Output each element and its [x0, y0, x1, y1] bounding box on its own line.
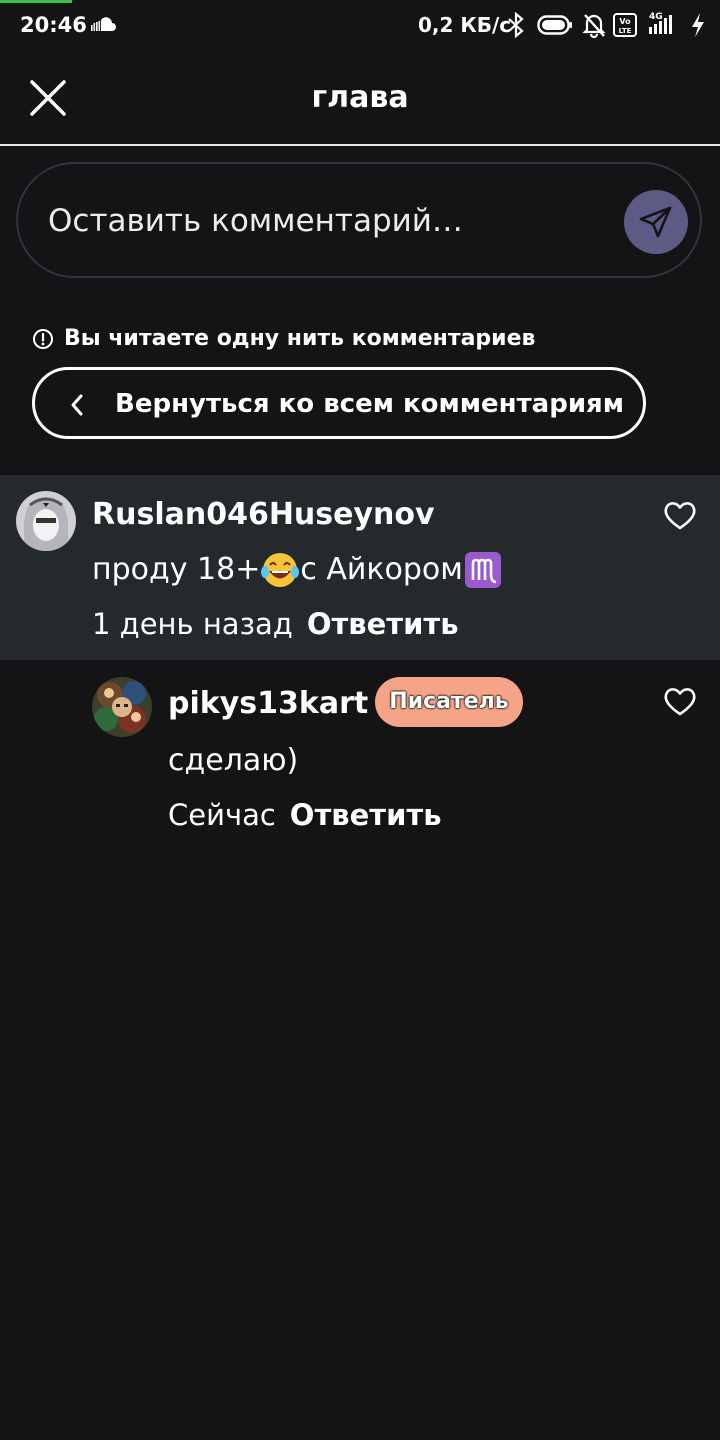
mute-icon	[582, 14, 606, 38]
comment-username[interactable]: Ruslan046Huseynov	[92, 495, 435, 535]
reply-button[interactable]: Ответить	[290, 798, 442, 832]
page-title: глава	[311, 80, 409, 115]
send-button[interactable]	[624, 190, 688, 254]
avatar[interactable]	[16, 491, 76, 551]
charging-icon	[692, 13, 704, 37]
like-button[interactable]	[662, 497, 698, 533]
send-icon	[639, 206, 672, 238]
back-button-label: Вернуться ко всем комментариям	[115, 389, 625, 419]
comment-input-box	[16, 162, 702, 278]
comment-meta: Сейчас Ответить	[168, 795, 442, 835]
comment-text-part: с Айкором	[300, 552, 463, 587]
thread-notice: Вы читаете одну нить комментариев	[32, 322, 535, 356]
chevron-left-icon	[71, 394, 83, 416]
avatar-image	[92, 677, 152, 737]
comment-text: проду 18+ с Айкором	[92, 550, 503, 590]
header-divider	[0, 144, 720, 146]
comment-input[interactable]	[48, 194, 608, 248]
avatar-image	[16, 491, 76, 551]
comment-item: Ruslan046Huseynov проду 18+ с Айкором 1 …	[0, 475, 720, 660]
status-time: 20:46	[20, 13, 87, 37]
back-to-all-comments-button[interactable]: Вернуться ко всем комментариям	[32, 367, 646, 439]
header: глава	[0, 50, 720, 144]
soundcloud-icon	[91, 17, 116, 31]
virgo-emoji	[464, 552, 501, 588]
volte-icon: Vo LTE	[613, 13, 637, 37]
svg-text:4G: 4G	[649, 12, 663, 22]
avatar[interactable]	[92, 677, 152, 737]
comment-text-part: проду 18+	[92, 552, 261, 587]
like-button[interactable]	[662, 683, 698, 719]
comment-time: 1 день назад	[92, 607, 293, 641]
heart-icon	[664, 502, 696, 530]
status-bar: 20:46 0,2 КБ/с Vo LTE 4G	[0, 0, 720, 50]
heart-icon	[664, 688, 696, 716]
svg-text:LTE: LTE	[619, 27, 632, 35]
writer-badge: Писатель	[375, 677, 523, 727]
battery-icon	[537, 15, 572, 35]
bluetooth-icon	[508, 12, 524, 38]
signal-icon: 4G	[649, 12, 672, 34]
network-speed: 0,2 КБ/с	[418, 13, 512, 37]
reply-button[interactable]: Ответить	[307, 607, 459, 641]
svg-text:Vo: Vo	[619, 17, 631, 26]
comment-username[interactable]: pikys13kart	[168, 684, 368, 724]
comment-time: Сейчас	[168, 798, 276, 832]
thread-notice-text: Вы читаете одну нить комментариев	[64, 326, 536, 351]
comment-meta: 1 день назад Ответить	[92, 604, 459, 644]
comment-text-part: сделаю)	[168, 743, 299, 778]
info-icon	[33, 329, 53, 349]
comment-text: сделаю)	[168, 741, 298, 781]
laughing-tears-emoji	[261, 553, 300, 587]
